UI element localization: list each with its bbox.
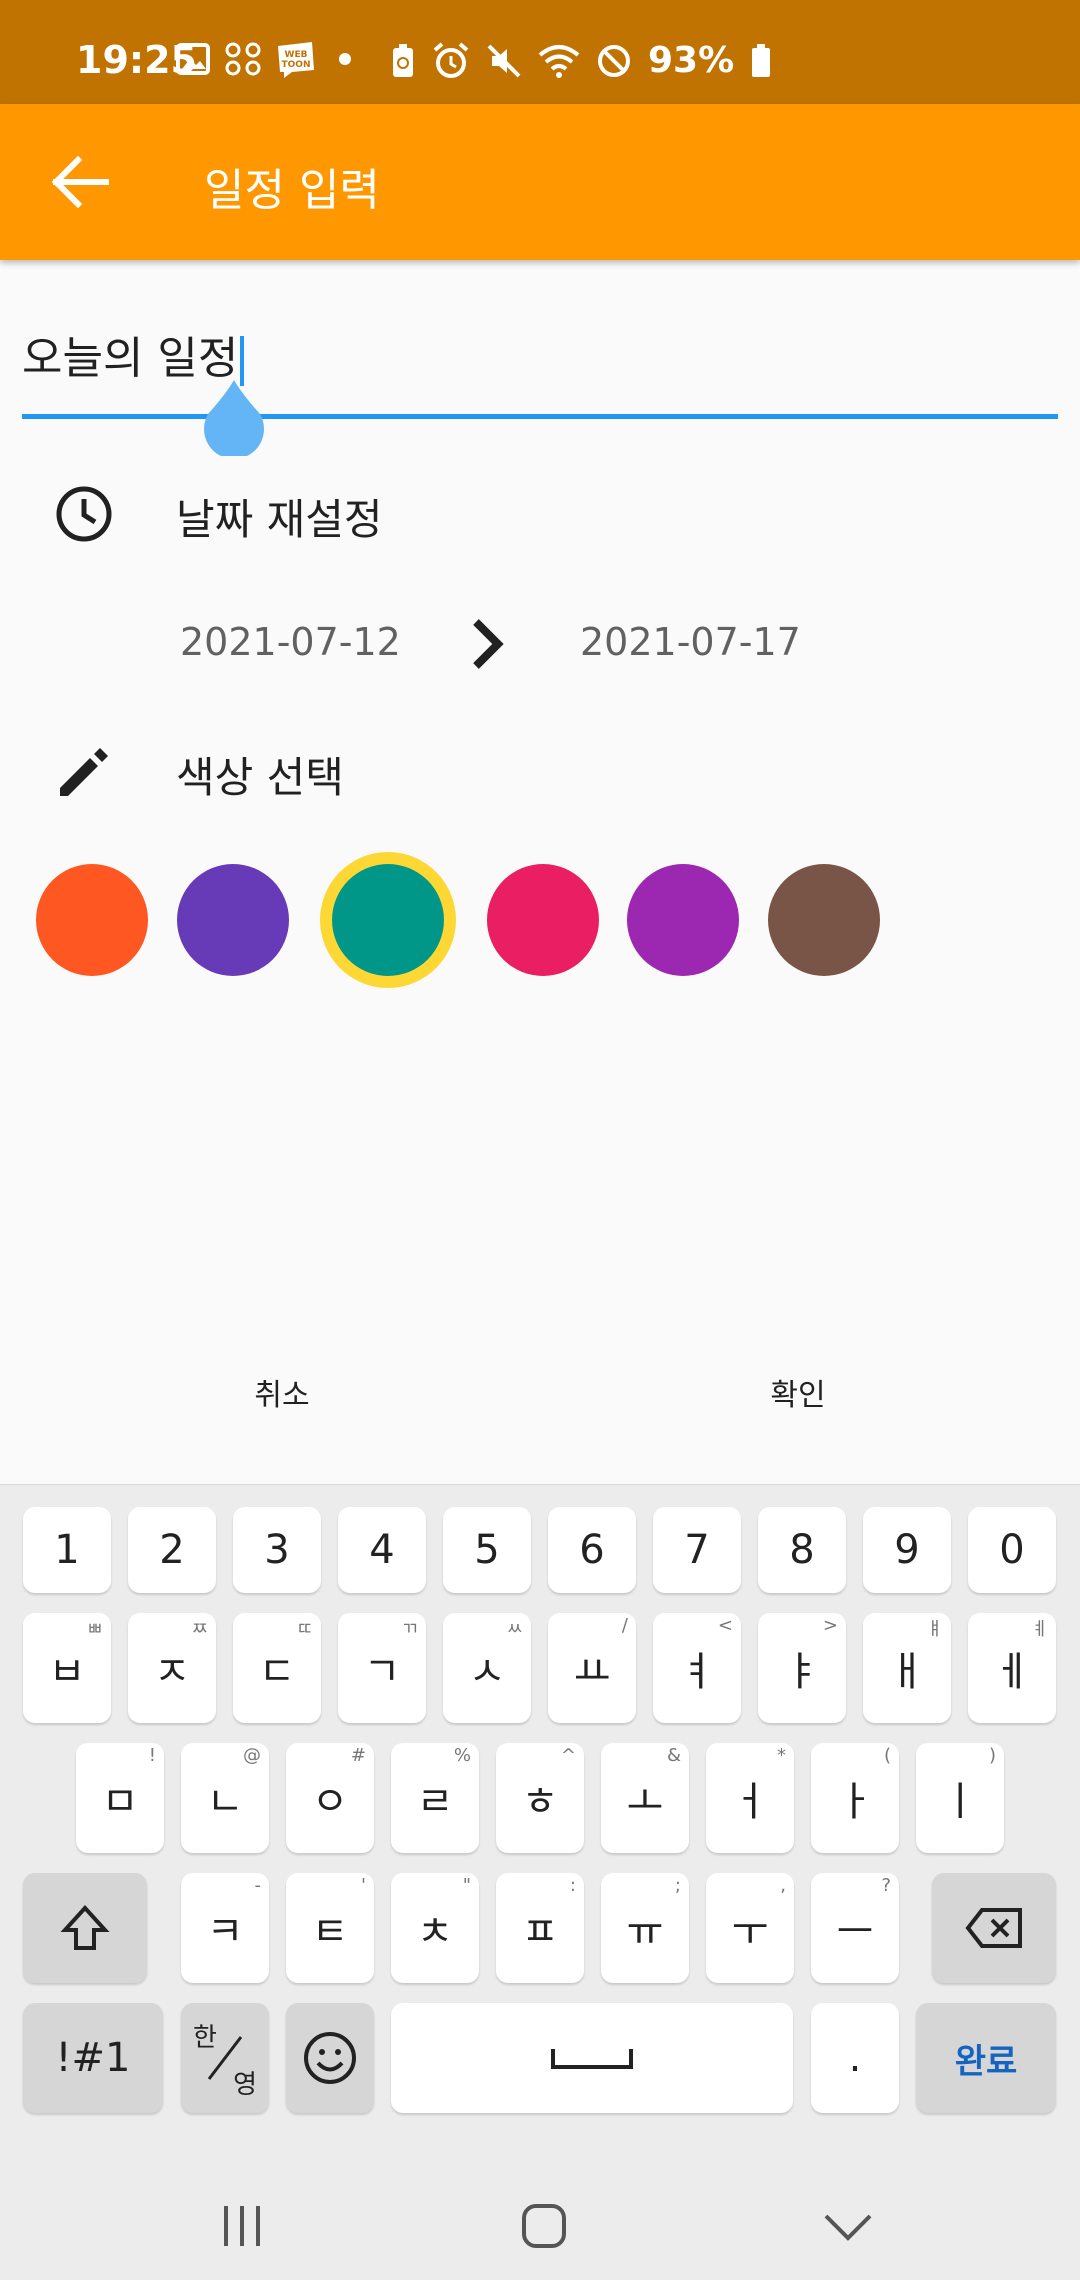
key-1[interactable]: 1 bbox=[23, 1507, 111, 1593]
color-swatch-teal[interactable] bbox=[332, 864, 444, 976]
key-e[interactable]: ㅖㅔ bbox=[968, 1613, 1056, 1723]
emoji-icon bbox=[304, 2032, 356, 2084]
gallery-icon bbox=[176, 43, 210, 75]
chevron-right-icon bbox=[473, 619, 504, 669]
backspace-icon bbox=[965, 1908, 1022, 1948]
color-swatch-purple[interactable] bbox=[627, 864, 739, 976]
key-ae[interactable]: ㅒㅐ bbox=[863, 1613, 951, 1723]
space-icon bbox=[551, 2049, 633, 2069]
app-bar: 일정 입력 bbox=[0, 104, 1080, 260]
text-selection-handle[interactable] bbox=[202, 380, 266, 456]
done-key[interactable]: 완료 bbox=[916, 2003, 1056, 2113]
page-title: 일정 입력 bbox=[204, 165, 380, 216]
key-0[interactable]: 0 bbox=[968, 1507, 1056, 1593]
alarm-icon bbox=[433, 41, 469, 78]
key-8[interactable]: 8 bbox=[758, 1507, 846, 1593]
arrow-back-icon[interactable] bbox=[44, 152, 114, 212]
symbols-key[interactable]: !#1 bbox=[23, 2003, 163, 2113]
color-swatch-deep-purple[interactable] bbox=[177, 864, 289, 976]
color-swatch-orange[interactable] bbox=[36, 864, 148, 976]
key-9[interactable]: 9 bbox=[863, 1507, 951, 1593]
keyboard: 1 2 3 4 5 6 7 8 9 0 ㅃㅂ ㅉㅈ ㄸㄷ ㄲㄱ ㅆㅅ / ㅛ < ㅕ… bbox=[0, 1484, 1080, 2160]
key-digeut[interactable]: ㄸㄷ bbox=[233, 1613, 321, 1723]
battery-saver-icon bbox=[393, 43, 413, 77]
key-eo[interactable]: * ㅓ bbox=[706, 1743, 794, 1853]
schedule-title-input[interactable]: 오늘의 일정 bbox=[22, 322, 245, 386]
key-6[interactable]: 6 bbox=[548, 1507, 636, 1593]
schedule-title-field[interactable]: 오늘의 일정 bbox=[22, 316, 1058, 456]
recent-apps-icon[interactable] bbox=[212, 2196, 272, 2256]
key-2[interactable]: 2 bbox=[128, 1507, 216, 1593]
key-chieut[interactable]: " ㅊ bbox=[391, 1873, 479, 1983]
status-bar: 19:25 WEB TOON 93% bbox=[0, 0, 1080, 104]
input-underline bbox=[22, 414, 1058, 419]
key-kieuk[interactable]: -ㅋ bbox=[181, 1873, 269, 1983]
key-nieun[interactable]: @ ㄴ bbox=[181, 1743, 269, 1853]
end-date[interactable]: 2021-07-17 bbox=[580, 620, 801, 664]
key-5[interactable]: 5 bbox=[443, 1507, 531, 1593]
key-pieup[interactable]: :ㅍ bbox=[496, 1873, 584, 1983]
key-ya[interactable]: > ㅑ bbox=[758, 1613, 846, 1723]
confirm-button[interactable]: 확인 bbox=[718, 1370, 878, 1414]
start-date[interactable]: 2021-07-12 bbox=[180, 620, 401, 664]
dnd-icon bbox=[598, 44, 630, 77]
key-3[interactable]: 3 bbox=[233, 1507, 321, 1593]
cancel-button[interactable]: 취소 bbox=[202, 1370, 362, 1414]
text-cursor bbox=[240, 336, 245, 386]
emoji-key[interactable] bbox=[286, 2003, 374, 2113]
svg-text:WEB: WEB bbox=[285, 50, 308, 60]
wifi-icon bbox=[538, 44, 580, 78]
battery-icon bbox=[752, 43, 771, 77]
key-a[interactable]: (ㅏ bbox=[811, 1743, 899, 1853]
date-reset-label[interactable]: 날짜 재설정 bbox=[176, 486, 383, 547]
key-ieung[interactable]: # ㅇ bbox=[286, 1743, 374, 1853]
color-select-label: 색상 선택 bbox=[176, 753, 344, 802]
key-eu[interactable]: ? ㅡ bbox=[811, 1873, 899, 1983]
back-chevron-icon[interactable] bbox=[818, 2196, 878, 2256]
apps-icon bbox=[225, 42, 261, 76]
key-siot[interactable]: ㅆㅅ bbox=[443, 1613, 531, 1723]
status-icons: WEB TOON bbox=[176, 40, 360, 78]
shift-icon bbox=[60, 1905, 110, 1950]
pencil-icon bbox=[60, 748, 108, 796]
key-yo[interactable]: / ㅛ bbox=[548, 1613, 636, 1723]
color-swatch-pink[interactable] bbox=[487, 864, 599, 976]
key-rieul[interactable]: % ㄹ bbox=[391, 1743, 479, 1853]
schedule-title-value: 오늘의 일정 bbox=[22, 333, 239, 384]
space-key[interactable] bbox=[391, 2003, 793, 2113]
clock-icon bbox=[56, 486, 112, 542]
key-yu[interactable]: ; ㅠ bbox=[601, 1873, 689, 1983]
key-u[interactable]: ,ㅜ bbox=[706, 1873, 794, 1983]
key-hieut[interactable]: ^ ㅎ bbox=[496, 1743, 584, 1853]
color-swatch-brown[interactable] bbox=[768, 864, 880, 976]
key-mieum[interactable]: ! ㅁ bbox=[76, 1743, 164, 1853]
key-yeo[interactable]: < ㅕ bbox=[653, 1613, 741, 1723]
svg-text:TOON: TOON bbox=[282, 60, 311, 70]
language-switch-key[interactable]: 한 영 bbox=[181, 2003, 269, 2113]
home-icon[interactable] bbox=[514, 2196, 574, 2256]
key-giyeok[interactable]: ㄲㄱ bbox=[338, 1613, 426, 1723]
key-i[interactable]: ) ㅣ bbox=[916, 1743, 1004, 1853]
key-o[interactable]: & ㅗ bbox=[601, 1743, 689, 1853]
key-4[interactable]: 4 bbox=[338, 1507, 426, 1593]
system-nav-bar bbox=[0, 2160, 1080, 2280]
dot-icon bbox=[339, 53, 351, 65]
backspace-key[interactable] bbox=[932, 1873, 1056, 1983]
battery-percent: 93% bbox=[648, 40, 735, 81]
key-bieup[interactable]: ㅃㅂ bbox=[23, 1613, 111, 1723]
period-key[interactable]: . bbox=[811, 2003, 899, 2113]
webtoon-icon: WEBTOON bbox=[278, 42, 314, 78]
key-tieut[interactable]: ' ㅌ bbox=[286, 1873, 374, 1983]
mute-icon bbox=[487, 44, 521, 77]
key-jieut[interactable]: ㅉㅈ bbox=[128, 1613, 216, 1723]
key-7[interactable]: 7 bbox=[653, 1507, 741, 1593]
shift-key[interactable] bbox=[23, 1873, 147, 1983]
status-right-icons: 93% bbox=[390, 40, 772, 81]
